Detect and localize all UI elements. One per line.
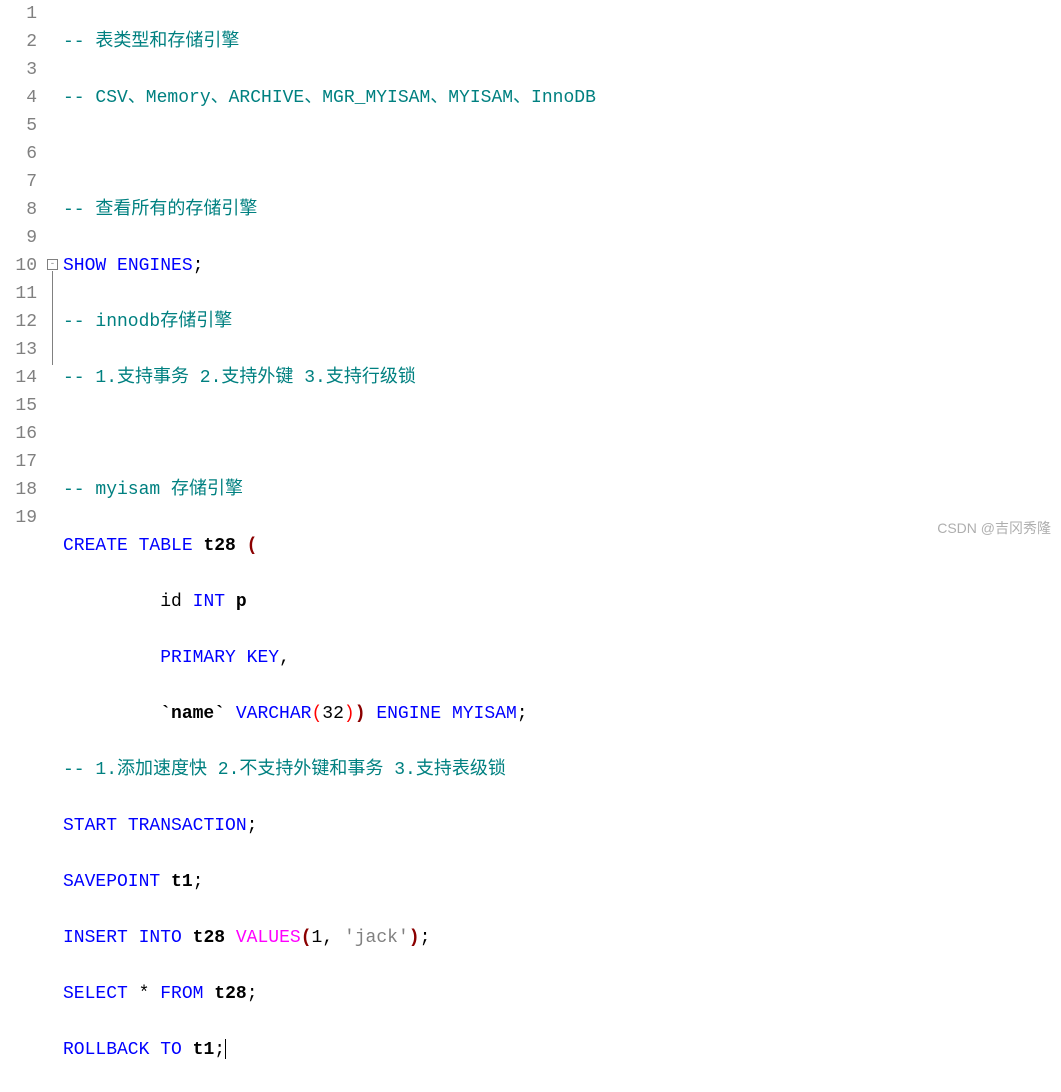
line-number: 6 xyxy=(0,140,37,168)
identifier: p xyxy=(236,592,247,612)
identifier: `name` xyxy=(160,704,225,724)
comment-text: -- myisam 存储引擎 xyxy=(63,480,243,500)
comment-text: -- innodb存储引擎 xyxy=(63,312,232,332)
comma: , xyxy=(322,928,333,948)
semicolon: ; xyxy=(247,984,258,1004)
keyword: SHOW xyxy=(63,256,106,276)
line-number-gutter: 1 2 3 4 5 6 7 8 9 10 11 12 13 14 15 16 1… xyxy=(0,0,45,546)
number-literal: 1 xyxy=(312,928,323,948)
identifier: t1 xyxy=(171,872,193,892)
semicolon: ; xyxy=(214,1040,225,1060)
line-number: 19 xyxy=(0,504,37,532)
line-number: 7 xyxy=(0,168,37,196)
keyword: PRIMARY xyxy=(160,648,236,668)
semicolon: ; xyxy=(517,704,528,724)
line-number: 1 xyxy=(0,0,37,28)
keyword: SELECT xyxy=(63,984,128,1004)
paren-close: ) xyxy=(409,928,420,948)
keyword: ENGINES xyxy=(117,256,193,276)
identifier: t28 xyxy=(214,984,246,1004)
identifier: t28 xyxy=(193,928,225,948)
keyword: INSERT xyxy=(63,928,128,948)
number-literal: 32 xyxy=(322,704,344,724)
keyword: CREATE xyxy=(63,536,128,556)
line-number: 16 xyxy=(0,420,37,448)
line-number: 14 xyxy=(0,364,37,392)
string-literal: 'jack' xyxy=(344,928,409,948)
line-number: 18 xyxy=(0,476,37,504)
text-cursor xyxy=(225,1039,226,1059)
keyword: TABLE xyxy=(139,536,193,556)
code-editor[interactable]: 1 2 3 4 5 6 7 8 9 10 11 12 13 14 15 16 1… xyxy=(0,0,1061,546)
fold-column: - xyxy=(45,0,63,546)
keyword: MYISAM xyxy=(452,704,517,724)
code-area[interactable]: -- 表类型和存储引擎 -- CSV、Memory、ARCHIVE、MGR_MY… xyxy=(63,0,1061,546)
line-number: 4 xyxy=(0,84,37,112)
paren-open: ( xyxy=(311,704,322,724)
keyword: TO xyxy=(160,1040,182,1060)
keyword: ENGINE xyxy=(376,704,441,724)
line-number: 13 xyxy=(0,336,37,364)
star: * xyxy=(139,984,150,1004)
paren-open: ( xyxy=(301,928,312,948)
fold-toggle-icon[interactable]: - xyxy=(47,259,58,270)
keyword: SAVEPOINT xyxy=(63,872,160,892)
comment-text: -- CSV、Memory、ARCHIVE、MGR_MYISAM、MYISAM、… xyxy=(63,88,596,108)
semicolon: ; xyxy=(247,816,258,836)
paren-close: ) xyxy=(344,704,355,724)
paren-open: ( xyxy=(247,536,258,556)
keyword: VARCHAR xyxy=(236,704,312,724)
keyword: INT xyxy=(193,592,225,612)
line-number: 9 xyxy=(0,224,37,252)
comma: , xyxy=(279,648,290,668)
identifier: t28 xyxy=(203,536,235,556)
comment-text: -- 查看所有的存储引擎 xyxy=(63,200,257,220)
line-number: 8 xyxy=(0,196,37,224)
keyword: KEY xyxy=(247,648,279,668)
line-number: 3 xyxy=(0,56,37,84)
semicolon: ; xyxy=(193,872,204,892)
line-number: 15 xyxy=(0,392,37,420)
function-name: VALUES xyxy=(236,928,301,948)
keyword: START xyxy=(63,816,117,836)
line-number: 11 xyxy=(0,280,37,308)
identifier: t1 xyxy=(193,1040,215,1060)
comment-text: -- 1.添加速度快 2.不支持外键和事务 3.支持表级锁 xyxy=(63,760,506,780)
watermark-text: CSDN @吉冈秀隆 xyxy=(937,518,1051,538)
keyword: FROM xyxy=(160,984,203,1004)
comment-text: -- 表类型和存储引擎 xyxy=(63,32,239,52)
paren-close: ) xyxy=(355,704,366,724)
line-number: 12 xyxy=(0,308,37,336)
keyword: ROLLBACK xyxy=(63,1040,149,1060)
fold-guide-line xyxy=(52,271,53,365)
line-number: 5 xyxy=(0,112,37,140)
line-number: 10 xyxy=(0,252,37,280)
semicolon: ; xyxy=(420,928,431,948)
keyword: INTO xyxy=(139,928,182,948)
line-number: 17 xyxy=(0,448,37,476)
line-number: 2 xyxy=(0,28,37,56)
identifier: id xyxy=(160,592,182,612)
comment-text: -- 1.支持事务 2.支持外键 3.支持行级锁 xyxy=(63,368,416,388)
keyword: TRANSACTION xyxy=(128,816,247,836)
semicolon: ; xyxy=(193,256,204,276)
